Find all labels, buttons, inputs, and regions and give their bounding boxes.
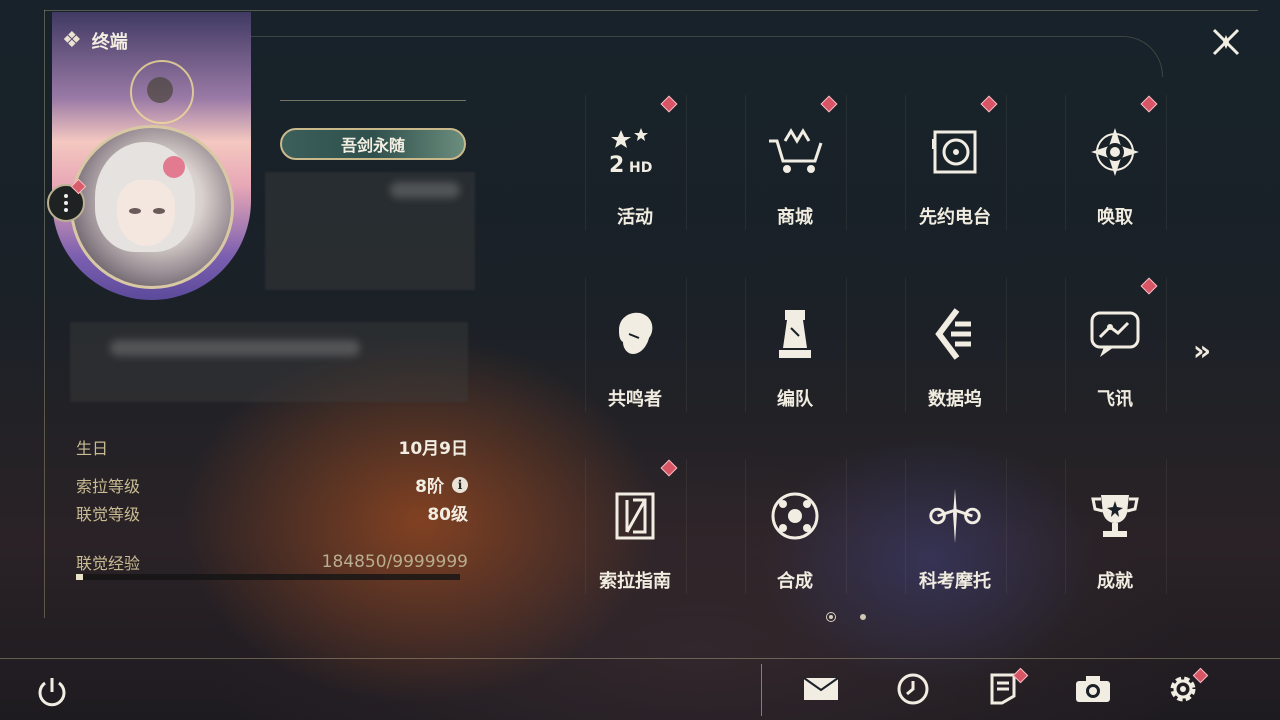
menu-label: 合成: [777, 571, 813, 592]
dot: [64, 208, 68, 212]
stat-label: 联觉经验: [76, 554, 141, 573]
menu-label: 先约电台: [919, 207, 991, 228]
title-badge-text: 吾剑永随: [340, 136, 405, 155]
avatar-eye-right: [153, 208, 165, 214]
settings-button[interactable]: [1162, 667, 1209, 710]
frame-curve-line: [250, 36, 1163, 77]
stat-label: 索拉等级: [76, 476, 141, 496]
frame-top-line: [44, 10, 1258, 11]
camera-button[interactable]: [1072, 668, 1114, 710]
page-dot-active[interactable]: [826, 612, 836, 622]
trophy-icon: [1084, 485, 1146, 547]
stat-value: 8阶 i: [415, 472, 468, 497]
close-button[interactable]: [1206, 22, 1246, 62]
blurred-text: [390, 182, 460, 198]
menu-convene[interactable]: 唤取: [1065, 95, 1167, 235]
close-x-icon: [1212, 28, 1240, 56]
notice-button[interactable]: [982, 667, 1029, 710]
synthesis-icon: [764, 485, 826, 547]
chess-piece-icon: [764, 303, 826, 365]
bottom-separator: [761, 664, 762, 716]
stat-union-level: 联觉等级 80级: [76, 500, 468, 526]
power-icon: [38, 678, 66, 707]
dot: [64, 194, 68, 198]
title-badge[interactable]: 吾剑永随: [280, 128, 466, 160]
shop-cart-icon: [764, 121, 826, 183]
menu-synthesis[interactable]: 合成: [745, 459, 847, 599]
blurred-signature: [70, 322, 468, 402]
mail-icon: [803, 677, 839, 700]
menu-label: 唤取: [1097, 207, 1133, 228]
exp-progress-fill: [76, 574, 83, 580]
menu-shop[interactable]: 商城: [745, 95, 847, 235]
double-chevron-right-icon[interactable]: »: [1193, 336, 1223, 366]
motorbike-icon: [924, 485, 986, 547]
dot: [64, 201, 68, 205]
menu-motorbike[interactable]: 科考摩托: [905, 459, 1007, 599]
guide-book-icon: [604, 485, 666, 547]
menu-label: 成就: [1097, 571, 1133, 592]
activity-2hd-icon: 2 HD: [604, 121, 666, 183]
stat-value: 80级: [427, 505, 468, 525]
page-dot[interactable]: [860, 614, 866, 620]
menu-label: 活动: [617, 207, 653, 228]
frame-left-line: [44, 10, 45, 618]
name-underline: [280, 100, 466, 101]
power-button[interactable]: [34, 674, 70, 710]
info-icon[interactable]: i: [452, 476, 468, 493]
diamond-grid-icon: ❖: [62, 28, 82, 53]
menu-databank[interactable]: 数据坞: [905, 277, 1007, 417]
decor-sun-core: [147, 77, 173, 103]
blurred-text: [110, 340, 360, 356]
menu-label: 飞讯: [1097, 389, 1133, 410]
menu-label: 科考摩托: [919, 571, 991, 592]
stat-union-exp: 联觉经验 184850/9999999: [76, 550, 468, 574]
stat-label: 联觉等级: [76, 504, 141, 524]
exp-progress-bar: [76, 574, 460, 580]
menu-radio[interactable]: 先约电台: [905, 95, 1007, 235]
menu-label: 共鸣者: [608, 389, 662, 410]
menu-label: 数据坞: [928, 389, 982, 410]
menu-achievements[interactable]: 成就: [1065, 459, 1167, 599]
stat-sola-level: 索拉等级 8阶 i: [76, 472, 468, 497]
svg-text:HD: HD: [629, 160, 652, 176]
radio-icon: [924, 121, 986, 183]
clock-icon: [897, 673, 929, 705]
stat-value: 184850/9999999: [321, 552, 468, 572]
stat-birthday: 生日 10月9日: [76, 434, 469, 460]
mail-button[interactable]: [800, 668, 842, 710]
data-bank-icon: [924, 303, 986, 365]
menu-team[interactable]: 编队: [745, 277, 847, 417]
clock-button[interactable]: [892, 668, 934, 710]
avatar[interactable]: [70, 125, 234, 289]
compass-star-icon: [1084, 121, 1146, 183]
menu-label: 编队: [777, 389, 813, 410]
menu-activity[interactable]: 2 HD 活动: [585, 95, 687, 235]
bottom-divider: [0, 658, 1280, 659]
sola-level-value: 8阶: [415, 477, 444, 497]
chat-bubble-icon: [1084, 303, 1146, 365]
character-head-icon: [604, 303, 666, 365]
menu-messenger[interactable]: 飞讯: [1065, 277, 1167, 417]
menu-label: 索拉指南: [599, 571, 671, 592]
avatar-face: [117, 180, 175, 246]
camera-icon: [1076, 676, 1110, 702]
menu-resonators[interactable]: 共鸣者: [585, 277, 687, 417]
terminal-title-text: 终端: [91, 32, 128, 53]
terminal-title: ❖ 终端: [62, 28, 128, 54]
menu-label: 商城: [777, 207, 813, 228]
stat-label: 生日: [76, 438, 109, 458]
menu-guide[interactable]: 索拉指南: [585, 459, 687, 599]
stat-value: 10月9日: [398, 439, 469, 459]
avatar-eye-left: [129, 208, 141, 214]
avatar-flower: [163, 156, 185, 178]
svg-text:2: 2: [609, 153, 624, 178]
pagination: [826, 612, 866, 622]
